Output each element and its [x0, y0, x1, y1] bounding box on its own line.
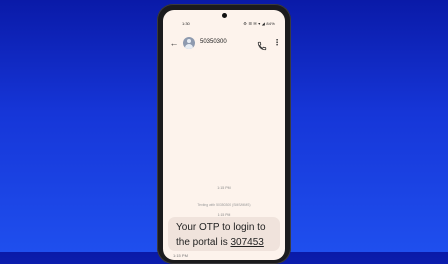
avatar-head [187, 39, 191, 43]
conversation-header: ← 50350300 ⋮ [163, 34, 285, 54]
contact-name[interactable]: 50350300 [200, 39, 227, 45]
avatar-body [185, 44, 193, 49]
message-bubble[interactable]: Your OTP to login to the portal is 30745… [168, 217, 280, 251]
avatar[interactable] [183, 37, 195, 49]
status-bar: 1:30 ⚙ ☰ ✉ ▾ ◢ 84% [163, 20, 285, 28]
otp-code-link[interactable]: 307453 [230, 237, 263, 248]
message-time: 1:15 PM [173, 253, 188, 258]
front-camera [222, 13, 227, 18]
message-text: Your OTP to login to the portal is 30745… [176, 220, 280, 250]
message-timestamp: 1:15 PM [217, 186, 231, 190]
phone-screen: 1:30 ⚙ ☰ ✉ ▾ ◢ 84% ← 50350300 ⋮ 1:15 PM … [163, 10, 285, 260]
phone-icon[interactable] [257, 38, 267, 51]
back-arrow-icon[interactable]: ← [169, 38, 179, 48]
status-time: 1:30 [182, 21, 190, 26]
texting-with-label: Texting with 50350300 (SMS/MMS) [197, 203, 251, 207]
more-vert-icon[interactable]: ⋮ [273, 38, 281, 48]
status-icons: ⚙ ☰ ✉ ▾ ◢ 84% [243, 21, 275, 26]
